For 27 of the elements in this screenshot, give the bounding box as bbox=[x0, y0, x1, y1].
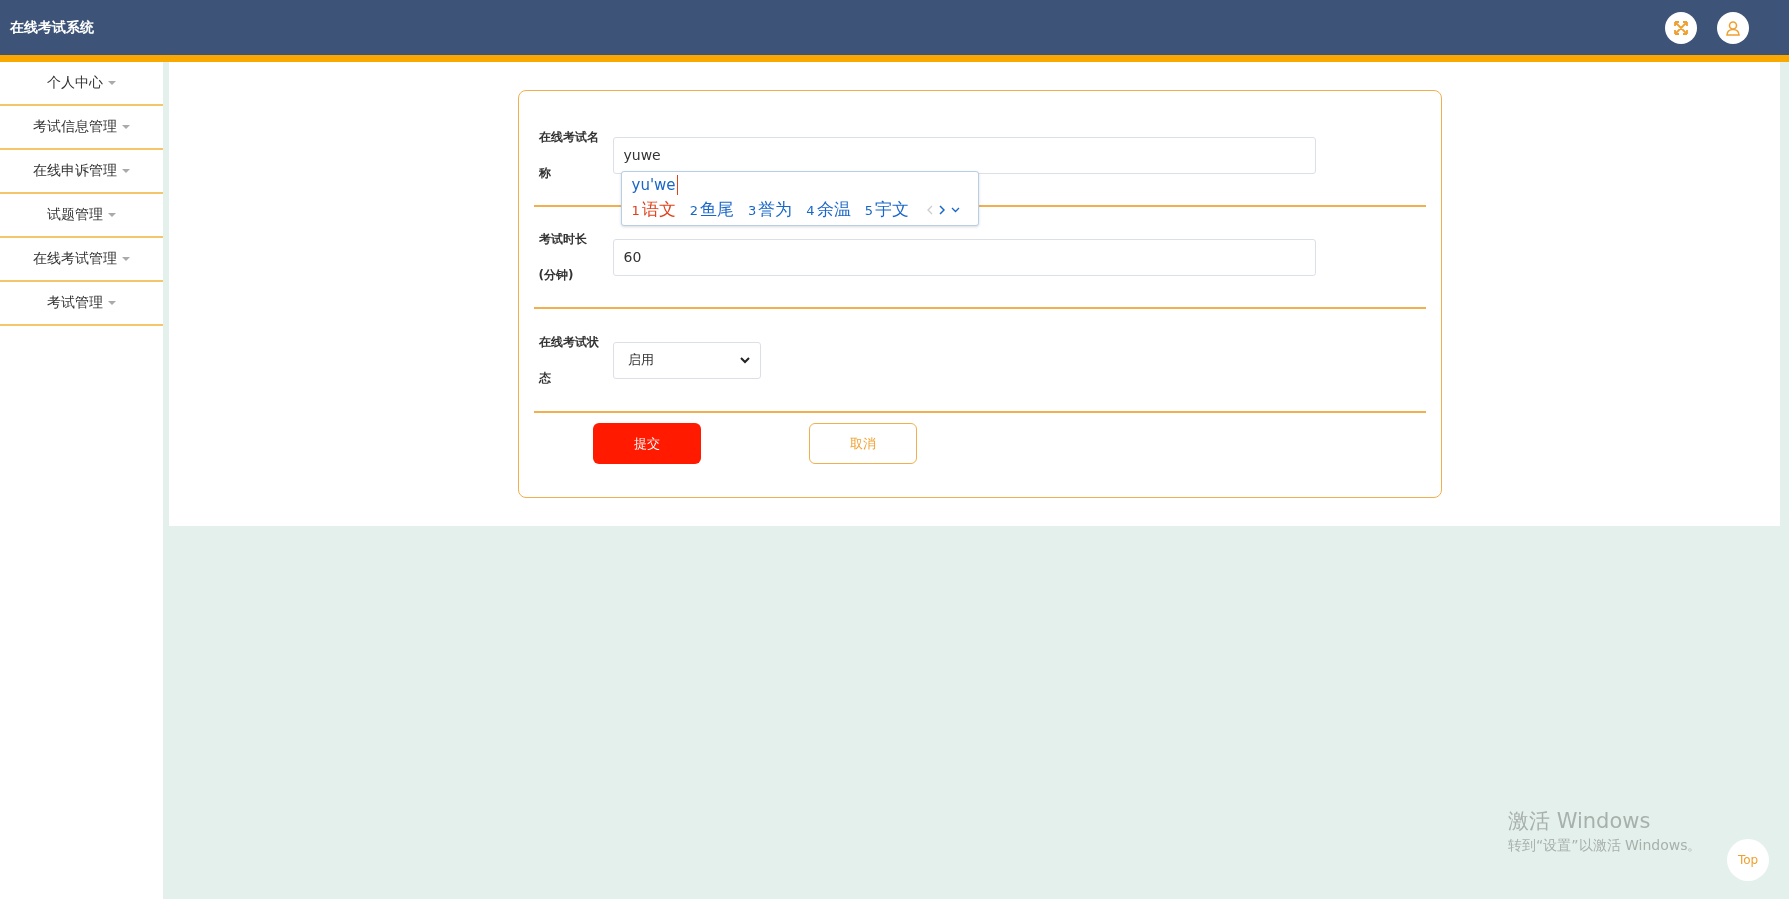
user-icon[interactable] bbox=[1717, 11, 1749, 44]
fullscreen-icon[interactable] bbox=[1665, 11, 1697, 44]
app-title: 在线考试系统 bbox=[10, 18, 94, 37]
input-field[interactable]: yuwe bbox=[612, 136, 1316, 174]
field-label: 在线考试名称 bbox=[538, 129, 600, 182]
caret-icon bbox=[108, 81, 116, 85]
next-icon[interactable] bbox=[938, 204, 945, 215]
activation-title: 激活 Windows bbox=[1508, 808, 1652, 835]
field-label: 在线考试状态 bbox=[538, 334, 600, 387]
chevron-down-icon bbox=[739, 356, 750, 364]
caret-icon bbox=[122, 257, 130, 261]
caret-icon bbox=[122, 169, 130, 173]
ime-candidate[interactable]: 2 鱼尾 bbox=[689, 198, 735, 221]
caret-icon bbox=[108, 213, 116, 217]
ime-candidate[interactable]: 5 宇文 bbox=[864, 198, 909, 221]
chevron-down-icon[interactable] bbox=[950, 206, 960, 213]
caret-icon bbox=[122, 125, 130, 129]
input-field[interactable]: 60 bbox=[612, 238, 1316, 276]
ime-candidate[interactable]: 1 语文 bbox=[631, 198, 676, 221]
submit-button[interactable]: 提交 bbox=[592, 423, 701, 464]
ime-candidate[interactable]: 4 余温 bbox=[806, 198, 851, 221]
ime-candidate[interactable]: 3誉为 bbox=[748, 198, 793, 221]
caret-icon bbox=[108, 301, 116, 305]
activation-text: 转到“设置”以激活 Windows。 bbox=[1508, 837, 1702, 855]
ime-composition: yu'we bbox=[631, 175, 678, 195]
field-label: 考试时长(分钟) bbox=[538, 231, 588, 284]
select-field[interactable]: 启用 bbox=[612, 341, 761, 379]
